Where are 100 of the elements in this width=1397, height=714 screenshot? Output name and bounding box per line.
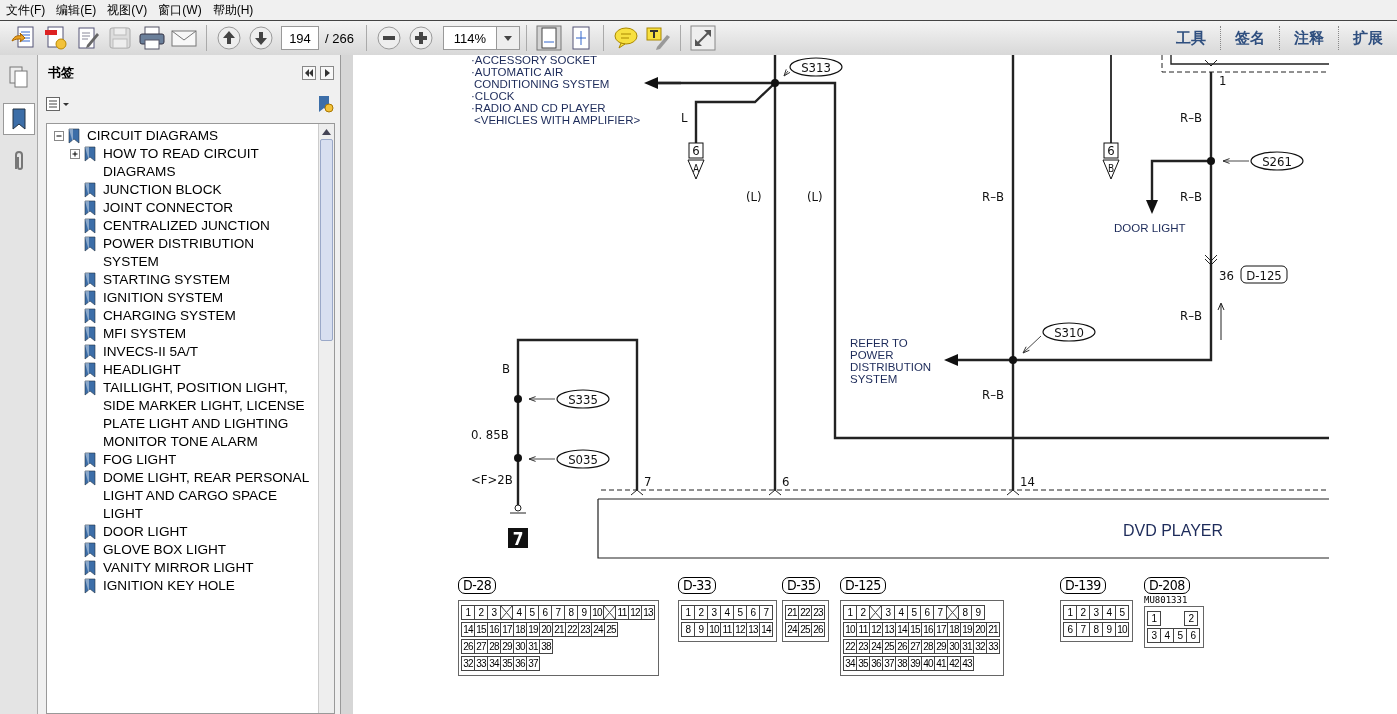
edit-document-icon[interactable] (75, 25, 101, 51)
bookmark-item[interactable]: JUNCTION BLOCK (103, 181, 313, 199)
connector-label: D-139 (1060, 577, 1106, 594)
pin-number: 2 (694, 605, 708, 620)
wire-label: (L) (746, 189, 762, 204)
bookmark-item[interactable]: JOINT CONNECTOR (103, 199, 313, 217)
dropdown-button[interactable] (496, 26, 520, 50)
bookmark-item[interactable]: IGNITION SYSTEM (103, 289, 313, 307)
bookmark-item[interactable]: STARTING SYSTEM (103, 271, 313, 289)
pin-number: 16 (921, 622, 935, 637)
page-count: / 266 (325, 30, 354, 46)
pin-number: 2 (474, 605, 488, 620)
splice-label: S035 (568, 452, 598, 467)
print-icon[interactable] (139, 25, 165, 51)
zoom-field[interactable]: 114% (442, 26, 497, 50)
bookmark-item[interactable]: POWER DISTRIBUTION SYSTEM (103, 235, 313, 271)
bookmark-item[interactable]: HEADLIGHT (103, 361, 313, 379)
pin-number: 7 (933, 605, 947, 620)
leader-line (1222, 158, 1250, 164)
menu-item[interactable]: 视图(V) (105, 1, 157, 19)
connector-label: D-28 (458, 577, 497, 594)
page-number-field[interactable]: 194 (281, 26, 319, 50)
options-icon[interactable] (46, 97, 70, 111)
bookmark-icon (84, 470, 96, 486)
connector-pin: 6 (692, 143, 700, 158)
bookmark-item[interactable]: FOG LIGHT (103, 451, 313, 469)
pin-number: 37 (882, 656, 896, 671)
menu-item[interactable]: 编辑(E) (54, 1, 106, 19)
expand-icon[interactable] (689, 25, 716, 51)
menu-item[interactable]: 帮助(H) (210, 1, 263, 19)
bookmark-icon (84, 542, 96, 558)
bookmark-item[interactable]: VANITY MIRROR LIGHT (103, 559, 313, 577)
pin-number: 7 (759, 605, 773, 620)
panel-tab[interactable]: 签名 (1220, 26, 1279, 50)
panel-tab[interactable]: 工具 (1162, 26, 1220, 50)
up-arrow-icon[interactable] (322, 128, 331, 135)
pin-number: 23 (578, 622, 592, 637)
expand-panel-icon[interactable] (320, 66, 334, 80)
panel-tab[interactable]: 扩展 (1338, 26, 1397, 50)
wire-label: R–B (1180, 189, 1202, 204)
menu-item[interactable]: 窗口(W) (156, 1, 211, 19)
wire-label: R–B (982, 189, 1004, 204)
wire-label: R–B (982, 387, 1004, 402)
highlight-text-icon[interactable] (644, 25, 671, 51)
bookmark-item[interactable]: DOOR LIGHT (103, 523, 313, 541)
pin-number: 34 (843, 656, 857, 671)
pin-number: 4 (1102, 605, 1116, 620)
bookmark-item[interactable]: MFI SYSTEM (103, 325, 313, 343)
expand-icon[interactable] (69, 148, 81, 160)
leader-line (528, 396, 556, 402)
leader-line (783, 68, 791, 77)
pin-number: 11 (720, 622, 734, 637)
splice-dot (771, 79, 779, 87)
pin-number: 18 (947, 622, 961, 637)
splice-oval (556, 449, 610, 469)
bookmark-item[interactable]: INVECS-II 5A/T (103, 343, 313, 361)
bookmark-item[interactable]: DOME LIGHT, REAR PERSONAL LIGHT AND CARGO SPACE LIGHT (103, 469, 313, 523)
bookmark-icon (84, 182, 96, 198)
splice-dot (514, 454, 522, 462)
pin-number: 8 (1089, 622, 1103, 637)
collapse-icon[interactable] (53, 130, 65, 142)
pin-number: 13 (882, 622, 896, 637)
collapse-panel-icon[interactable] (302, 66, 316, 80)
panel-tab[interactable]: 注释 (1279, 26, 1338, 50)
pin-number: 15 (908, 622, 922, 637)
terminal-number: 14 (1020, 474, 1035, 489)
comment-icon[interactable] (612, 25, 639, 51)
arrow (1146, 200, 1158, 214)
bookmark-item[interactable]: IGNITION KEY HOLE (103, 577, 313, 595)
pin-number: 5 (1115, 605, 1129, 620)
document-arrow-icon[interactable] (11, 25, 37, 51)
splice-label: S310 (1054, 325, 1084, 340)
pin-number: 25 (798, 622, 812, 637)
part-number: MU801331 (1144, 595, 1188, 605)
pin-number: 20 (973, 622, 987, 637)
bookmark-item[interactable]: CIRCUIT DIAGRAMS (87, 127, 297, 145)
pin-number: 6 (920, 605, 934, 620)
connector-triangle (687, 159, 705, 180)
component-label: DVD PLAYER (1122, 522, 1224, 539)
pin-number: 29 (500, 639, 514, 654)
scrollbar-thumb[interactable] (320, 139, 333, 341)
connector-triangle (1102, 159, 1120, 180)
bookmark-item[interactable]: GLOVE BOX LIGHT (103, 541, 313, 559)
bookmark-item[interactable]: CENTRALIZED JUNCTION (103, 217, 313, 235)
fit-page-icon[interactable] (535, 25, 562, 51)
pin-number: 10 (1115, 622, 1129, 637)
cross-mark-icon (947, 606, 958, 619)
connector-label: D-208 (1144, 577, 1190, 594)
bookmark-icon (84, 308, 96, 324)
bookmark-item[interactable]: TAILLIGHT, POSITION LIGHT, SIDE MARKER LIGHT, LICENSE PLATE LIGHT AND LIGHTING MONITOR TONE ALARM (103, 379, 313, 451)
zoom-out-icon[interactable] (375, 25, 402, 51)
pin-number: 6 (746, 605, 760, 620)
pin-number: 42 (947, 656, 961, 671)
menu-item[interactable]: 文件(F) (4, 1, 55, 19)
scrollbar[interactable] (318, 124, 334, 713)
zoom-in-icon[interactable] (407, 25, 434, 51)
bookmark-icon (68, 128, 80, 144)
bookmark-item[interactable]: HOW TO READ CIRCUIT DIAGRAMS (103, 145, 313, 181)
pin-number: 28 (921, 639, 935, 654)
bookmark-item[interactable]: CHARGING SYSTEM (103, 307, 313, 325)
